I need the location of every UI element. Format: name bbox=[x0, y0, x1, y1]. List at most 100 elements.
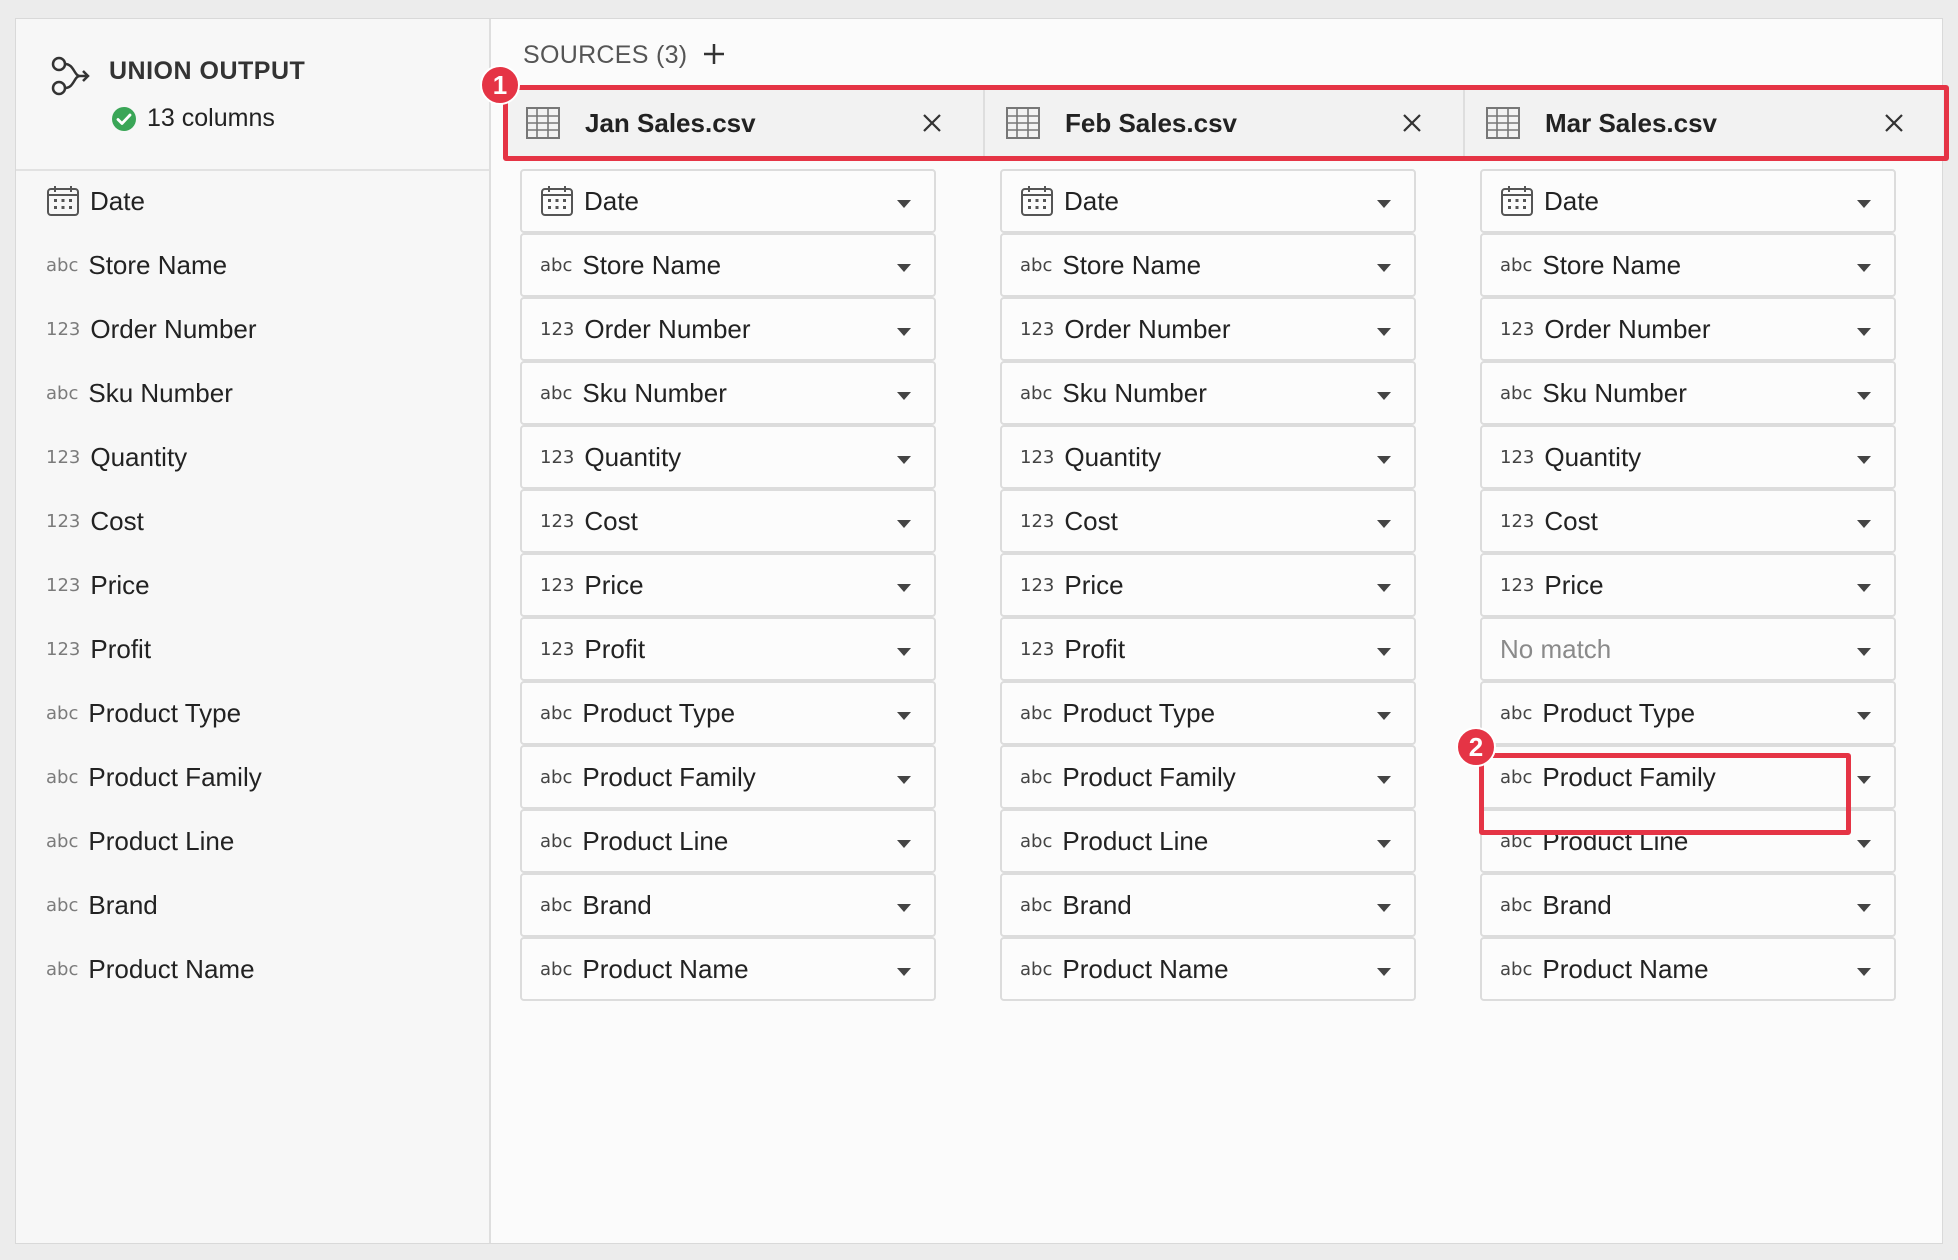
column-mapping-dropdown[interactable]: abc Store Name bbox=[1480, 233, 1896, 297]
text-type-icon: abc bbox=[46, 766, 79, 788]
number-type-icon: 123 bbox=[1020, 510, 1055, 532]
chevron-down-icon bbox=[1376, 580, 1392, 592]
no-match-dropdown[interactable]: No match bbox=[1480, 617, 1896, 681]
dropdown-value: Product Line bbox=[1062, 825, 1209, 856]
source-tab[interactable]: Mar Sales.csv bbox=[1465, 90, 1945, 156]
column-mapping-dropdown[interactable]: 123 Cost bbox=[1480, 489, 1896, 553]
number-type-icon: 123 bbox=[46, 638, 81, 660]
column-mapping-dropdown[interactable]: 123 Profit bbox=[520, 617, 936, 681]
chevron-down-icon bbox=[1376, 708, 1392, 720]
output-column-row: abc Product Type bbox=[46, 693, 241, 733]
number-type-icon: 123 bbox=[540, 574, 575, 596]
column-mapping-dropdown[interactable]: abc Brand bbox=[520, 873, 936, 937]
chevron-down-icon bbox=[1376, 324, 1392, 336]
column-mapping-dropdown[interactable]: 123 Price bbox=[1480, 553, 1896, 617]
output-column-label: Product Name bbox=[88, 953, 255, 984]
dropdown-value: Product Family bbox=[582, 761, 756, 792]
column-mapping-dropdown[interactable]: Date bbox=[1480, 169, 1896, 233]
output-column-label: Order Number bbox=[90, 313, 257, 344]
column-mapping-dropdown[interactable]: abc Store Name bbox=[1000, 233, 1416, 297]
number-type-icon: 123 bbox=[46, 574, 81, 596]
dropdown-value: Store Name bbox=[582, 249, 722, 280]
dropdown-value: Brand bbox=[1062, 889, 1132, 920]
column-mapping-dropdown[interactable]: 123 Profit bbox=[1000, 617, 1416, 681]
column-mapping-dropdown[interactable]: 123 Order Number bbox=[1480, 297, 1896, 361]
column-mapping-dropdown[interactable]: 123 Quantity bbox=[1000, 425, 1416, 489]
number-type-icon: 123 bbox=[540, 638, 575, 660]
column-mapping-dropdown[interactable]: 123 Cost bbox=[520, 489, 936, 553]
text-type-icon: abc bbox=[540, 958, 573, 980]
column-mapping-dropdown[interactable]: abc Brand bbox=[1000, 873, 1416, 937]
column-mapping-dropdown[interactable]: abc Product Family bbox=[1480, 745, 1896, 809]
dropdown-value: Sku Number bbox=[1542, 377, 1687, 408]
column-mapping-dropdown[interactable]: abc Product Line bbox=[1000, 809, 1416, 873]
chevron-down-icon bbox=[1856, 388, 1872, 400]
source-tab[interactable]: Jan Sales.csv bbox=[505, 90, 985, 156]
column-mapping-dropdown[interactable]: abc Product Family bbox=[1000, 745, 1416, 809]
chevron-down-icon bbox=[896, 196, 912, 208]
output-column-row: abc Store Name bbox=[46, 245, 227, 285]
column-mapping-dropdown[interactable]: 123 Price bbox=[1000, 553, 1416, 617]
dropdown-value: Price bbox=[584, 569, 644, 600]
output-column-label: Product Family bbox=[88, 761, 262, 792]
column-mapping-dropdown[interactable]: Date bbox=[520, 169, 936, 233]
source-tab[interactable]: Feb Sales.csv bbox=[985, 90, 1465, 156]
close-icon[interactable] bbox=[921, 112, 943, 134]
chevron-down-icon bbox=[1856, 452, 1872, 464]
chevron-down-icon bbox=[896, 324, 912, 336]
column-mapping-dropdown[interactable]: abc Brand bbox=[1480, 873, 1896, 937]
chevron-down-icon bbox=[1376, 196, 1392, 208]
chevron-down-icon bbox=[1856, 580, 1872, 592]
column-mapping-dropdown[interactable]: abc Product Line bbox=[1480, 809, 1896, 873]
chevron-down-icon bbox=[1376, 900, 1392, 912]
dropdown-value: Brand bbox=[1542, 889, 1612, 920]
column-mapping-dropdown[interactable]: 123 Cost bbox=[1000, 489, 1416, 553]
chevron-down-icon bbox=[1376, 260, 1392, 272]
column-mapping-dropdown[interactable]: abc Sku Number bbox=[1480, 361, 1896, 425]
column-mapping-dropdown[interactable]: abc Product Name bbox=[520, 937, 936, 1001]
table-icon bbox=[1485, 105, 1521, 141]
source-name: Jan Sales.csv bbox=[585, 107, 756, 138]
chevron-down-icon bbox=[896, 900, 912, 912]
chevron-down-icon bbox=[896, 580, 912, 592]
source-name: Mar Sales.csv bbox=[1545, 107, 1718, 138]
text-type-icon: abc bbox=[46, 830, 79, 852]
plus-icon[interactable] bbox=[699, 39, 729, 69]
column-mapping-dropdown[interactable]: Date bbox=[1000, 169, 1416, 233]
text-type-icon: abc bbox=[1020, 958, 1053, 980]
dropdown-value: Date bbox=[584, 185, 639, 216]
column-mapping-dropdown[interactable]: abc Sku Number bbox=[520, 361, 936, 425]
text-type-icon: abc bbox=[46, 382, 79, 404]
dropdown-value: Store Name bbox=[1542, 249, 1682, 280]
column-mapping-dropdown[interactable]: 123 Quantity bbox=[520, 425, 936, 489]
close-icon[interactable] bbox=[1883, 112, 1905, 134]
column-mapping-dropdown[interactable]: abc Product Name bbox=[1000, 937, 1416, 1001]
output-column-label: Store Name bbox=[88, 249, 228, 280]
column-mapping-dropdown[interactable]: 123 Order Number bbox=[520, 297, 936, 361]
number-type-icon: 123 bbox=[540, 510, 575, 532]
dropdown-value: Product Type bbox=[1542, 697, 1696, 728]
column-mapping-dropdown[interactable]: 123 Price bbox=[520, 553, 936, 617]
output-column-row: abc Product Name bbox=[46, 949, 255, 989]
column-mapping-dropdown[interactable]: abc Product Type bbox=[1000, 681, 1416, 745]
union-output-header: UNION OUTPUT 13 columns bbox=[16, 19, 489, 171]
text-type-icon: abc bbox=[1500, 766, 1533, 788]
union-config-panel: UNION OUTPUT 13 columns Date abc Store Nam… bbox=[15, 18, 1949, 1244]
annotation-badge-1: 1 bbox=[480, 65, 520, 105]
dropdown-value: Product Name bbox=[582, 953, 749, 984]
column-mapping-dropdown[interactable]: abc Product Type bbox=[1480, 681, 1896, 745]
dropdown-value: Product Line bbox=[1542, 825, 1689, 856]
column-mapping-dropdown[interactable]: abc Product Type bbox=[520, 681, 936, 745]
chevron-down-icon bbox=[1376, 644, 1392, 656]
column-mapping-dropdown[interactable]: abc Product Family bbox=[520, 745, 936, 809]
close-icon[interactable] bbox=[1401, 112, 1423, 134]
column-mapping-dropdown[interactable]: 123 Quantity bbox=[1480, 425, 1896, 489]
annotation-badge-2: 2 bbox=[1456, 727, 1496, 767]
column-mapping-dropdown[interactable]: abc Store Name bbox=[520, 233, 936, 297]
dropdown-value: Profit bbox=[1064, 633, 1126, 664]
column-mapping-dropdown[interactable]: abc Sku Number bbox=[1000, 361, 1416, 425]
column-mapping-dropdown[interactable]: abc Product Name bbox=[1480, 937, 1896, 1001]
dropdown-value: Profit bbox=[584, 633, 646, 664]
column-mapping-dropdown[interactable]: abc Product Line bbox=[520, 809, 936, 873]
column-mapping-dropdown[interactable]: 123 Order Number bbox=[1000, 297, 1416, 361]
